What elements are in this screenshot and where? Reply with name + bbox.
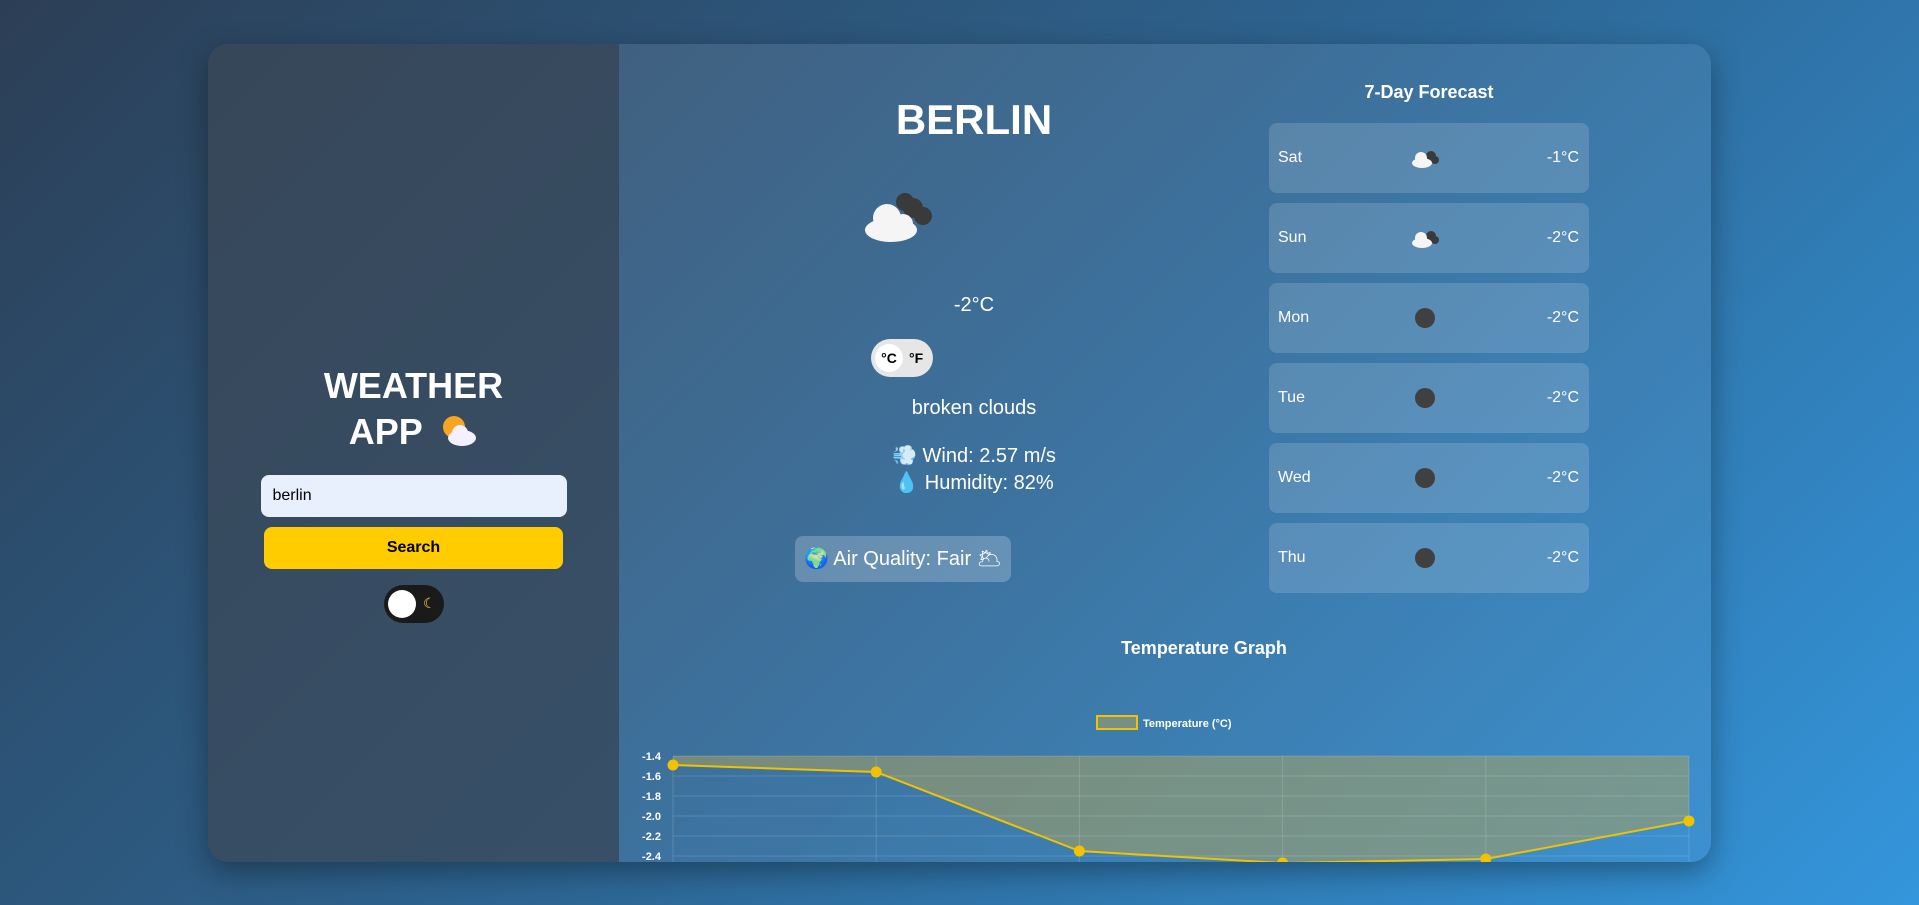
broken-clouds-icon [865,193,932,242]
sun-behind-cloud-icon [443,416,477,446]
overcast-dot-icon [1409,466,1441,490]
forecast-day: Tue [1278,389,1305,406]
app-title-line2-row: APP [324,409,503,455]
forecast-title: 7-Day Forecast [1364,82,1494,102]
y-tick-label: -2.0 [642,811,661,823]
data-point [1073,845,1085,857]
sidebar: WEATHER APP Search ☾ [208,44,619,862]
forecast-day: Sun [1278,229,1307,246]
y-tick-label: -1.4 [642,751,662,763]
current-temperature: -2°C [953,294,995,316]
legend-swatch [1096,715,1138,730]
legend-label: Temperature (°C) [1143,718,1232,730]
app-card: WEATHER APP Search ☾ BERLIN [208,44,1711,862]
dark-mode-toggle[interactable]: ☾ [383,585,444,623]
broken-clouds-icon [1409,226,1441,250]
forecast-temp: -1°C [1546,149,1579,166]
data-point [667,759,679,771]
unit-toggle[interactable]: °C °F [871,339,933,377]
moon-icon: ☾ [422,595,436,611]
droplet-icon: 💧 [894,472,920,494]
temperature-chart: -1.4-1.6-1.8-2.0-2.2-2.4-2.6Sat Sun Mon Tue… [642,715,1695,862]
overcast-dot-icon [1409,306,1441,330]
forecast-row: Wed -2°C [1269,443,1589,513]
forecast-day: Thu [1278,549,1306,566]
forecast-temp: -2°C [1546,469,1579,486]
unit-fahrenheit[interactable]: °F [909,339,923,377]
overcast-dot-icon [1409,546,1441,570]
forecast-temp: -2°C [1546,229,1579,246]
air-quality: Air Quality: Fair [833,548,972,570]
humidity: Humidity: 82% [924,472,1054,494]
app-title: WEATHER APP [324,363,503,455]
forecast-row: Mon -2°C [1269,283,1589,353]
forecast-day: Wed [1278,469,1311,486]
graph-title: Temperature Graph [1121,638,1287,658]
y-tick-label: -1.8 [642,791,661,803]
weather-description: broken clouds [911,397,1037,419]
forecast-row: Sun -2°C [1269,203,1589,273]
overcast-dot-icon [1409,386,1441,410]
unit-celsius[interactable]: °C [875,344,903,372]
main-panel: BERLIN -2°C °C °F broken clouds 💨 Wind: … [619,44,1711,862]
area-fill [673,756,1689,862]
forecast-temp: -2°C [1546,549,1579,566]
forecast-row: Sat -1°C [1269,123,1589,193]
humidity-row: 💧 Humidity: 82% [829,470,1119,495]
city-name: BERLIN [895,96,1053,143]
toggle-knob [387,590,416,618]
search-input[interactable] [260,475,567,517]
search-button[interactable]: Search [264,527,563,569]
wind-speed: Wind: 2.57 m/s [922,445,1056,467]
forecast-row: Thu -2°C [1269,523,1589,593]
forecast-day: Sat [1278,149,1303,166]
y-tick-label: -2.2 [642,831,661,843]
forecast-temp: -2°C [1546,309,1579,326]
data-point [870,766,882,778]
data-point [1683,815,1695,827]
globe-icon: 🌍 [803,548,829,570]
broken-clouds-icon [1409,146,1441,170]
sun-behind-cloud-icon: 🌥 [976,548,1003,570]
app-title-line1: WEATHER [323,365,504,406]
forecast-day: Mon [1278,309,1310,326]
forecast-row: Tue -2°C [1269,363,1589,433]
forecast-temp: -2°C [1546,389,1579,406]
air-quality-badge: 🌍 Air Quality: Fair 🌥 [795,536,1011,582]
y-tick-label: -1.6 [642,771,661,783]
wind-face-icon: 💨 [892,445,917,467]
app-title-line2: APP [348,411,423,452]
wind-row: 💨 Wind: 2.57 m/s [829,443,1119,468]
y-tick-label: -2.4 [642,851,662,862]
